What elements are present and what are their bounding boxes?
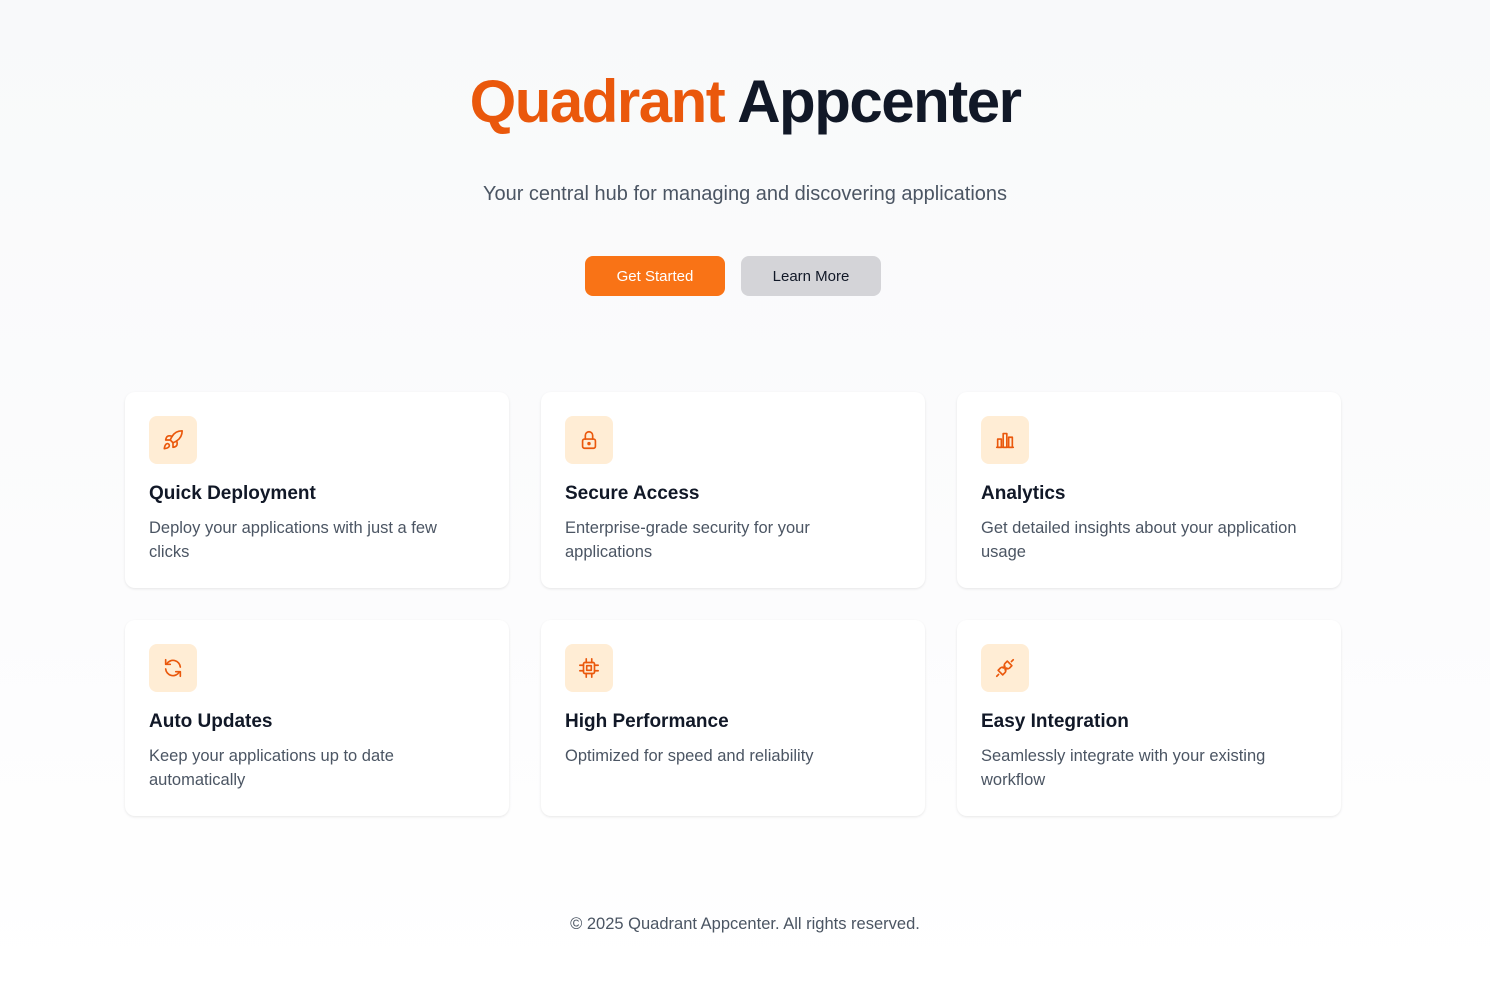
feature-description: Seamlessly integrate with your existing … [981,747,1266,789]
feature-card-analytics: Analytics Get detailed insights about yo… [957,392,1341,588]
feature-card-quick-deployment: Quick Deployment Deploy your application… [125,392,509,588]
feature-title: High Performance [565,711,729,732]
feature-card-high-performance: High Performance Optimized for speed and… [541,620,925,816]
feature-description: Deploy your applications with just a few… [149,519,437,561]
feature-card-secure-access: Secure Access Enterprise-grade security … [541,392,925,588]
feature-description: Keep your applications up to date automa… [149,747,394,789]
feature-title: Quick Deployment [149,483,316,504]
refresh-icon [149,644,197,692]
feature-card-auto-updates: Auto Updates Keep your applications up t… [125,620,509,816]
title-brand: Quadrant [469,68,726,135]
feature-description: Enterprise-grade security for your appli… [565,519,810,561]
feature-title: Auto Updates [149,711,273,732]
get-started-button[interactable]: Get Started [585,256,725,296]
footer-copyright: © 2025 Quadrant Appcenter. All rights re… [570,915,920,933]
feature-card-easy-integration: Easy Integration Seamlessly integrate wi… [957,620,1341,816]
feature-title: Easy Integration [981,711,1129,732]
page-title: Quadrant Appcenter [0,66,1490,138]
cpu-icon [565,644,613,692]
bar-chart-icon [981,416,1029,464]
feature-description: Get detailed insights about your applica… [981,519,1297,561]
feature-title: Secure Access [565,483,700,504]
feature-title: Analytics [981,483,1066,504]
title-rest: Appcenter [737,68,1022,135]
feature-description: Optimized for speed and reliability [565,747,814,765]
rocket-icon [149,416,197,464]
learn-more-button[interactable]: Learn More [741,256,881,296]
page-subtitle: Your central hub for managing and discov… [482,183,1008,205]
lock-icon [565,416,613,464]
plug-icon [981,644,1029,692]
